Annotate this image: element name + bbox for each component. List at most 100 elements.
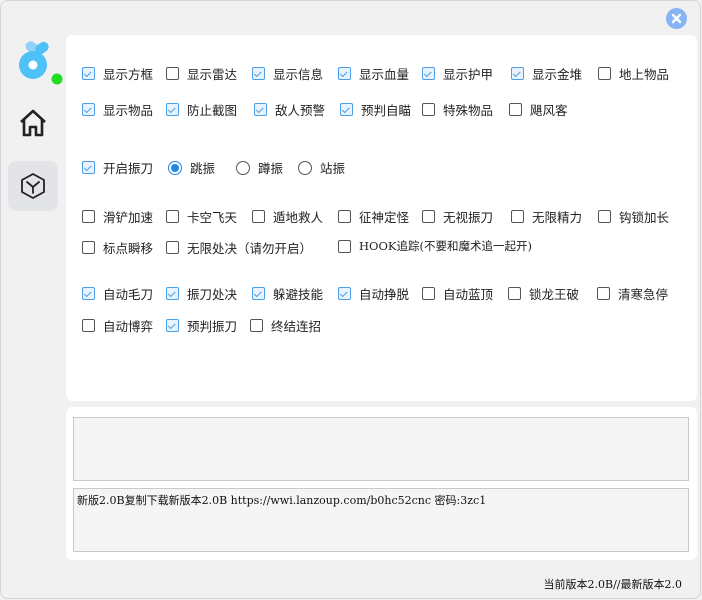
checkbox-unchecked[interactable] [509,103,522,116]
checkbox-checked[interactable] [252,287,265,300]
checkbox-option[interactable]: 显示血量 [338,64,409,83]
checkbox-unchecked[interactable] [82,241,95,254]
sidebar-item-home[interactable] [9,99,57,147]
checkbox-unchecked[interactable] [598,67,611,80]
checkbox-label: 振刀处决 [187,287,238,302]
checkbox-unchecked[interactable] [598,210,611,223]
checkbox-option[interactable]: 征神定怪 [338,207,409,226]
checkbox-option[interactable]: 特殊物品 [422,100,493,119]
checkbox-checked[interactable] [166,287,179,300]
checkbox-option[interactable]: 滑铲加速 [82,207,153,226]
checkbox-checked[interactable] [166,319,179,332]
checkbox-label: 地上物品 [619,67,670,82]
log-textbox[interactable] [73,417,689,481]
checkbox-unchecked[interactable] [511,210,524,223]
checkbox-unchecked[interactable] [338,239,351,253]
checkbox-option[interactable]: 敌人预警 [254,100,325,119]
checkbox-option[interactable]: 显示方框 [82,64,153,83]
checkbox-option[interactable]: 卡空飞天 [166,207,237,226]
checkbox-option[interactable]: 躲避技能 [252,284,323,303]
checkbox-label: 遁地救人 [273,210,324,225]
checkbox-checked[interactable] [511,67,524,80]
close-icon [671,13,682,24]
checkbox-option[interactable]: 地上物品 [598,64,669,83]
checkbox-unchecked[interactable] [250,319,263,332]
checkbox-unchecked[interactable] [82,319,95,332]
checkbox-option[interactable]: 预判振刀 [166,316,237,335]
checkbox-label: 终结连招 [271,319,322,334]
checkbox-label: 卡空飞天 [187,210,238,225]
checkbox-option[interactable]: 显示金堆 [511,64,582,83]
checkbox-unchecked[interactable] [338,210,351,223]
radio-option[interactable]: 站振 [298,158,345,177]
radio-selected[interactable] [168,160,182,175]
checkbox-unchecked[interactable] [422,287,435,300]
radio-option[interactable]: 跳振 [168,158,215,177]
checkbox-label: 飓风客 [530,103,568,118]
news-textbox[interactable]: 新版2.0B复制下载新版本2.0B https://wwi.lanzoup.co… [73,488,689,552]
checkbox-checked[interactable] [340,103,353,116]
checkbox-option[interactable]: 自动蓝顶 [422,284,493,303]
checkbox-option[interactable]: 遁地救人 [252,207,323,226]
checkbox-label: 开启振刀 [103,161,154,176]
checkbox-checked[interactable] [82,287,95,300]
checkbox-option[interactable]: 无视振刀 [422,207,493,226]
checkbox-unchecked[interactable] [166,210,179,223]
checkbox-label: 显示护甲 [443,67,494,82]
checkbox-option[interactable]: 自动博弈 [82,316,153,335]
checkbox-option[interactable]: HOOK追踪(不要和魔术追一起开) [338,238,532,254]
checkbox-checked[interactable] [338,67,351,80]
checkbox-label: 标点瞬移 [103,241,154,256]
checkbox-option[interactable]: 终结连招 [250,316,321,335]
checkbox-label: 自动蓝顶 [443,287,494,302]
checkbox-option[interactable]: 飓风客 [509,100,568,119]
checkbox-label: 预判自瞄 [361,103,412,118]
radio-label: 跳振 [190,161,216,176]
checkbox-label: 钩锁加长 [619,210,670,225]
checkbox-unchecked[interactable] [82,210,95,223]
checkbox-unchecked[interactable] [508,287,521,300]
checkbox-checked[interactable] [252,67,265,80]
checkbox-option[interactable]: 标点瞬移 [82,238,153,257]
app-logo [17,41,63,87]
version-label: 当前版本2.0B//最新版本2.0 [543,578,682,591]
checkbox-unchecked[interactable] [422,210,435,223]
checkbox-unchecked[interactable] [422,103,435,116]
checkbox-option[interactable]: 显示雷达 [166,64,237,83]
checkbox-checked[interactable] [82,161,95,174]
checkbox-checked[interactable] [166,103,179,116]
checkbox-unchecked[interactable] [597,287,610,300]
checkbox-label: 显示金堆 [532,67,583,82]
checkbox-option[interactable]: 开启振刀 [82,158,153,177]
checkbox-option[interactable]: 钩锁加长 [598,207,669,226]
checkbox-unchecked[interactable] [166,67,179,80]
checkbox-option[interactable]: 清寒急停 [597,284,668,303]
checkbox-option[interactable]: 无限处决（请勿开启） [166,238,312,257]
checkbox-label: 显示信息 [273,67,324,82]
radio-unselected[interactable] [298,160,312,175]
checkbox-option[interactable]: 自动挣脱 [338,284,409,303]
checkbox-unchecked[interactable] [252,210,265,223]
checkbox-unchecked[interactable] [166,241,179,254]
checkbox-option[interactable]: 显示护甲 [422,64,493,83]
sidebar-item-game[interactable] [8,161,58,211]
checkbox-checked[interactable] [82,67,95,80]
checkbox-option[interactable]: 预判自瞄 [340,100,411,119]
checkbox-checked[interactable] [254,103,267,116]
radio-label: 蹲振 [258,161,284,176]
radio-unselected[interactable] [236,160,250,175]
checkbox-checked[interactable] [82,103,95,116]
checkbox-checked[interactable] [338,287,351,300]
radio-option[interactable]: 蹲振 [236,158,283,177]
checkbox-checked[interactable] [422,67,435,80]
checkbox-option[interactable]: 防止截图 [166,100,237,119]
close-button[interactable] [666,8,687,29]
checkbox-option[interactable]: 锁龙王破 [508,284,579,303]
checkbox-option[interactable]: 自动毛刀 [82,284,153,303]
checkbox-option[interactable]: 无限精力 [511,207,582,226]
checkbox-option[interactable]: 振刀处决 [166,284,237,303]
checkbox-label: 显示血量 [359,67,410,82]
checkbox-label: 自动毛刀 [103,287,154,302]
checkbox-option[interactable]: 显示信息 [252,64,323,83]
checkbox-option[interactable]: 显示物品 [82,100,153,119]
